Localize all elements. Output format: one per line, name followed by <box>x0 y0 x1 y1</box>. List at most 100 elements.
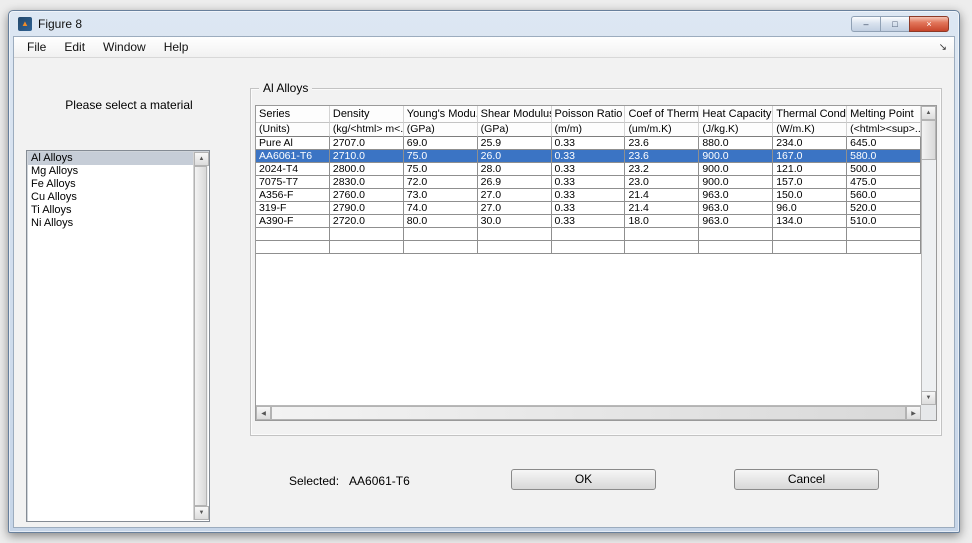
table-cell[interactable]: 900.0 <box>699 150 774 163</box>
table-row[interactable]: 319-F 2790.0 74.0 27.0 0.33 21.4 963.0 96.0 520.… <box>256 202 921 215</box>
table-row[interactable]: 2024-T4 2800.0 75.0 28.0 0.33 23.2 900.0 121.0 5… <box>256 163 921 176</box>
table-cell[interactable]: 23.2 <box>625 163 700 176</box>
menu-item-help[interactable]: Help <box>155 38 198 56</box>
table-cell[interactable]: 0.33 <box>551 202 626 215</box>
scroll-down-icon[interactable]: ▼ <box>921 391 936 405</box>
figure-content: Please select a material Al Alloys Mg All… <box>14 58 954 527</box>
table-cell[interactable]: 0.33 <box>551 176 626 189</box>
menu-item-file[interactable]: File <box>18 38 55 56</box>
table-cell[interactable]: 963.0 <box>699 215 774 228</box>
table-cell[interactable]: 2710.0 <box>329 150 404 163</box>
list-item-mg-alloys[interactable]: Mg Alloys <box>28 165 193 178</box>
table-cell[interactable]: 2830.0 <box>329 176 404 189</box>
table-cell[interactable]: 2800.0 <box>329 163 404 176</box>
table-cell[interactable]: A390-F <box>256 215 330 228</box>
cancel-button[interactable]: Cancel <box>734 469 879 490</box>
close-button[interactable]: × <box>909 16 949 32</box>
table-cell[interactable]: 0.33 <box>551 163 626 176</box>
table-cell[interactable]: 520.0 <box>847 202 921 215</box>
table-horizontal-scrollbar[interactable]: ◀ ▶ <box>256 405 921 420</box>
table-cell[interactable]: 72.0 <box>403 176 478 189</box>
table-cell[interactable]: 2760.0 <box>329 189 404 202</box>
table-cell[interactable]: 500.0 <box>847 163 921 176</box>
scroll-up-icon[interactable]: ▲ <box>921 106 936 120</box>
table-vertical-scrollbar[interactable]: ▲ ▼ <box>921 106 936 405</box>
table-cell[interactable]: 0.33 <box>551 189 626 202</box>
table-cell[interactable]: 900.0 <box>699 163 774 176</box>
table-cell[interactable]: 21.4 <box>625 202 700 215</box>
table-cell[interactable]: 900.0 <box>699 176 774 189</box>
table-cell[interactable]: 319-F <box>256 202 330 215</box>
table-cell[interactable]: 134.0 <box>773 215 848 228</box>
table-hscroll-thumb[interactable] <box>271 406 906 420</box>
table-cell[interactable]: 963.0 <box>699 189 774 202</box>
table-cell[interactable]: 234.0 <box>773 137 848 150</box>
minimize-button[interactable]: – <box>851 16 880 32</box>
menu-item-edit[interactable]: Edit <box>55 38 94 56</box>
table-cell[interactable]: 0.33 <box>551 137 626 150</box>
table-cell[interactable]: 21.4 <box>625 189 700 202</box>
table-row[interactable]: Pure Al 2707.0 69.0 25.9 0.33 23.6 880.0 234.0 6… <box>256 137 921 150</box>
table-cell[interactable]: 23.6 <box>625 137 700 150</box>
table-cell[interactable]: 880.0 <box>699 137 774 150</box>
table-row[interactable]: 7075-T7 2830.0 72.0 26.9 0.33 23.0 900.0 157.0 4… <box>256 176 921 189</box>
scroll-right-icon[interactable]: ▶ <box>906 406 921 420</box>
table-cell[interactable]: 28.0 <box>477 163 552 176</box>
table-cell[interactable]: 963.0 <box>699 202 774 215</box>
table-cell[interactable]: 510.0 <box>847 215 921 228</box>
table-cell[interactable]: 73.0 <box>403 189 478 202</box>
table-row[interactable]: AA6061-T6 2710.0 75.0 26.0 0.33 23.6 900.0 167.… <box>256 150 921 163</box>
table-cell[interactable]: 25.9 <box>477 137 552 150</box>
table-cell[interactable]: 2707.0 <box>329 137 404 150</box>
table-cell[interactable]: 475.0 <box>847 176 921 189</box>
table-cell[interactable]: 27.0 <box>477 189 552 202</box>
table-cell[interactable]: 157.0 <box>773 176 848 189</box>
list-item-ti-alloys[interactable]: Ti Alloys <box>28 204 193 217</box>
list-scrollbar-thumb[interactable] <box>194 166 207 506</box>
table-cell[interactable]: 30.0 <box>477 215 552 228</box>
maximize-button[interactable]: □ <box>880 16 909 32</box>
table-cell[interactable]: AA6061-T6 <box>256 150 330 163</box>
table-cell[interactable]: 96.0 <box>773 202 848 215</box>
title-bar[interactable]: ▲ Figure 8 – □ × <box>9 11 959 36</box>
table-cell[interactable]: 18.0 <box>625 215 700 228</box>
list-item-fe-alloys[interactable]: Fe Alloys <box>28 178 193 191</box>
list-item-cu-alloys[interactable]: Cu Alloys <box>28 191 193 204</box>
table-cell[interactable]: A356-F <box>256 189 330 202</box>
table-cell[interactable]: 121.0 <box>773 163 848 176</box>
table-cell[interactable]: Pure Al <box>256 137 330 150</box>
table-cell[interactable]: 0.33 <box>551 150 626 163</box>
table-cell[interactable]: 26.9 <box>477 176 552 189</box>
list-scrollbar[interactable]: ▲ ▼ <box>193 152 209 520</box>
table-cell[interactable]: 0.33 <box>551 215 626 228</box>
table-cell[interactable]: 23.6 <box>625 150 700 163</box>
scroll-up-icon[interactable]: ▲ <box>194 152 209 166</box>
table-vscroll-thumb[interactable] <box>921 120 936 160</box>
table-cell[interactable]: 75.0 <box>403 150 478 163</box>
scroll-left-icon[interactable]: ◀ <box>256 406 271 420</box>
table-cell[interactable]: 167.0 <box>773 150 848 163</box>
table-cell[interactable]: 23.0 <box>625 176 700 189</box>
table-cell[interactable]: 75.0 <box>403 163 478 176</box>
table-cell[interactable]: 2790.0 <box>329 202 404 215</box>
table-cell[interactable]: 69.0 <box>403 137 478 150</box>
ok-button[interactable]: OK <box>511 469 656 490</box>
table-row[interactable]: A390-F 2720.0 80.0 30.0 0.33 18.0 963.0 134.0 51… <box>256 215 921 228</box>
table-cell[interactable]: 74.0 <box>403 202 478 215</box>
table-cell[interactable]: 27.0 <box>477 202 552 215</box>
list-item-al-alloys[interactable]: Al Alloys <box>28 152 193 165</box>
table-cell[interactable]: 2024-T4 <box>256 163 330 176</box>
table-cell[interactable]: 645.0 <box>847 137 921 150</box>
table-cell[interactable]: 2720.0 <box>329 215 404 228</box>
list-item-ni-alloys[interactable]: Ni Alloys <box>28 217 193 230</box>
dock-figure-icon[interactable]: ↘ <box>939 42 947 53</box>
table-cell[interactable]: 560.0 <box>847 189 921 202</box>
table-cell[interactable]: 580.0 <box>847 150 921 163</box>
table-cell[interactable]: 7075-T7 <box>256 176 330 189</box>
table-cell[interactable]: 26.0 <box>477 150 552 163</box>
table-cell[interactable]: 80.0 <box>403 215 478 228</box>
table-row[interactable]: A356-F 2760.0 73.0 27.0 0.33 21.4 963.0 150.0 56… <box>256 189 921 202</box>
scroll-down-icon[interactable]: ▼ <box>194 506 209 520</box>
table-cell[interactable]: 150.0 <box>773 189 848 202</box>
menu-item-window[interactable]: Window <box>94 38 155 56</box>
